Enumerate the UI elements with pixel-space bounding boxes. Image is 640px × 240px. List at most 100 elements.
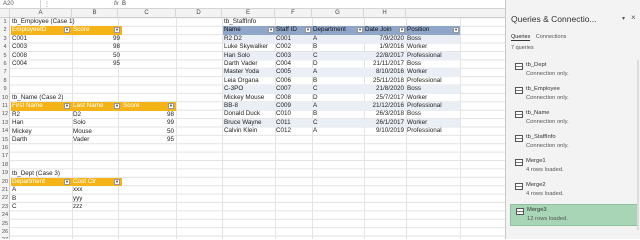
table-cell[interactable]: C003 [11, 43, 72, 51]
name-box[interactable]: A20 [1, 0, 41, 8]
table-cell[interactable]: A [312, 34, 364, 44]
table-cell[interactable]: Solo [72, 119, 122, 127]
worksheet-grid[interactable]: A B C D E F G H 1 2 3 4 5 6 7 8 9 10 11 … [0, 9, 505, 239]
table-cell[interactable]: 9/10/2019 [364, 127, 406, 135]
row-header[interactable]: 14 [0, 127, 10, 135]
table-cell[interactable]: Donald Duck [223, 110, 275, 118]
table-cell[interactable]: 25/7/2017 [364, 94, 406, 102]
table-cell[interactable]: 98 [122, 111, 176, 119]
row-header[interactable]: 22 [0, 194, 10, 202]
table-cell[interactable]: 21/8/2020 [364, 85, 406, 94]
table-cell[interactable]: A [312, 68, 364, 77]
table-cell[interactable]: C-3PO [223, 85, 275, 94]
filter-dropdown-icon[interactable]: ▾ [64, 103, 70, 110]
row-header[interactable]: 1 [0, 18, 10, 26]
query-item[interactable]: tb_Name Connection only. [510, 108, 639, 130]
row-header[interactable]: 4 [0, 43, 10, 51]
table-cell[interactable]: Professional [406, 77, 460, 85]
filter-dropdown-icon[interactable]: ▾ [268, 27, 274, 34]
filter-dropdown-icon[interactable]: ▾ [168, 103, 174, 110]
filter-dropdown-icon[interactable]: ▾ [305, 27, 311, 34]
table-cell[interactable]: 22/8/2017 [364, 51, 406, 60]
table-cell[interactable]: C012 [275, 127, 312, 135]
table-cell[interactable]: C [312, 118, 364, 128]
employee-header-id[interactable]: EmployeeID ▾ [11, 26, 72, 35]
table-cell[interactable]: 25/11/2018 [364, 77, 406, 85]
filter-dropdown-icon[interactable]: ▾ [399, 27, 405, 34]
staff-header-position[interactable]: Position ▾ [406, 26, 460, 35]
table-cell[interactable]: 95 [72, 60, 122, 68]
table-cell[interactable]: D2 [72, 111, 122, 119]
table-cell[interactable]: C001 [11, 35, 72, 43]
column-header-g[interactable]: G [312, 9, 364, 18]
table-cell[interactable]: Boss [406, 85, 460, 94]
table-cell[interactable]: Bruce Wayne [223, 118, 275, 128]
name-header-last[interactable]: Last Name ▾ [72, 102, 122, 111]
tab-queries[interactable]: Queries [511, 34, 531, 41]
table-cell[interactable]: Han [11, 119, 72, 127]
column-header-f[interactable]: F [275, 9, 312, 18]
row-header[interactable]: 19 [0, 169, 10, 177]
row-header[interactable]: 27 [0, 236, 10, 239]
table-cell[interactable]: C008 [11, 52, 72, 60]
table-cell[interactable]: C004 [11, 60, 72, 68]
table-cell[interactable]: Darth Vader [223, 60, 275, 68]
table-cell[interactable]: 26/3/2018 [364, 110, 406, 118]
table-cell[interactable]: C [11, 203, 72, 211]
table-cell[interactable]: Worker [406, 68, 460, 77]
dept-header-department[interactable]: Department ▾ [11, 178, 72, 187]
row-header[interactable]: 10 [0, 94, 10, 102]
row-header[interactable]: 7 [0, 68, 10, 76]
select-all-corner[interactable] [0, 9, 10, 18]
table-cell[interactable]: Darth [11, 136, 72, 144]
column-header-a[interactable]: A [10, 9, 72, 18]
table-cell[interactable]: Worker [406, 118, 460, 128]
pane-options-icon[interactable]: ▾ [622, 15, 625, 22]
row-header[interactable]: 3 [0, 35, 10, 43]
table-cell[interactable]: Leia Organa [223, 77, 275, 85]
staff-header-name[interactable]: Name ▾ [223, 26, 275, 35]
row-header[interactable]: 11 [0, 102, 10, 110]
query-item[interactable]: tb_StaffInfo Connection only. [510, 132, 639, 154]
table-cell[interactable]: B [11, 195, 72, 203]
query-item[interactable]: tb_Employee Connection only. [510, 84, 639, 106]
table-cell[interactable]: 98 [72, 43, 122, 51]
table-cell[interactable]: A [11, 186, 72, 194]
table-cell[interactable]: C010 [275, 110, 312, 118]
table-cell[interactable]: 21/12/2016 [364, 102, 406, 111]
filter-dropdown-icon[interactable]: ▾ [64, 27, 70, 34]
close-icon[interactable]: × [631, 13, 636, 22]
pane-scrollbar[interactable] [637, 60, 639, 230]
table-cell[interactable]: Professional [406, 51, 460, 60]
tab-connections[interactable]: Connections [536, 34, 567, 40]
employee-header-score[interactable]: Score ▾ [72, 26, 122, 35]
staff-header-department[interactable]: Department ▾ [312, 26, 364, 35]
table-cell[interactable]: 21/11/2017 [364, 60, 406, 68]
table-cell[interactable]: B [312, 77, 364, 85]
dept-header-cost-ctr[interactable]: Cost Ctr ▾ [72, 178, 122, 187]
table-cell[interactable]: A [312, 127, 364, 135]
table-cell[interactable]: BB-8 [223, 102, 275, 111]
table-cell[interactable]: C004 [275, 60, 312, 68]
table-cell[interactable]: R2 [11, 111, 72, 119]
table-cell[interactable]: yyy [72, 195, 122, 203]
staff-header-date-join[interactable]: Date Join ▾ [364, 26, 406, 35]
table-cell[interactable]: Mickey Mouse [223, 94, 275, 102]
row-header[interactable]: 12 [0, 110, 10, 118]
table-cell[interactable]: Han Solo [223, 51, 275, 60]
table-cell[interactable]: D [312, 60, 364, 68]
table-cell[interactable]: C006 [275, 77, 312, 85]
table-cell[interactable]: C002 [275, 43, 312, 51]
column-header-d[interactable]: D [176, 9, 222, 18]
table-cell[interactable]: xxx [72, 186, 122, 194]
name-header-first[interactable]: First Name ▾ [11, 102, 72, 111]
table-cell[interactable]: 26/1/2017 [364, 118, 406, 128]
table-cell[interactable]: Worker [406, 43, 460, 51]
filter-dropdown-icon[interactable]: ▾ [114, 103, 120, 110]
table-cell[interactable]: 8/10/2016 [364, 68, 406, 77]
row-header[interactable]: 2 [0, 26, 10, 34]
table-cell[interactable]: C001 [275, 34, 312, 44]
table-cell[interactable]: A [312, 102, 364, 111]
query-item[interactable]: Merge1 4 rows loaded. [510, 156, 639, 178]
column-header-e[interactable]: E [222, 9, 275, 18]
